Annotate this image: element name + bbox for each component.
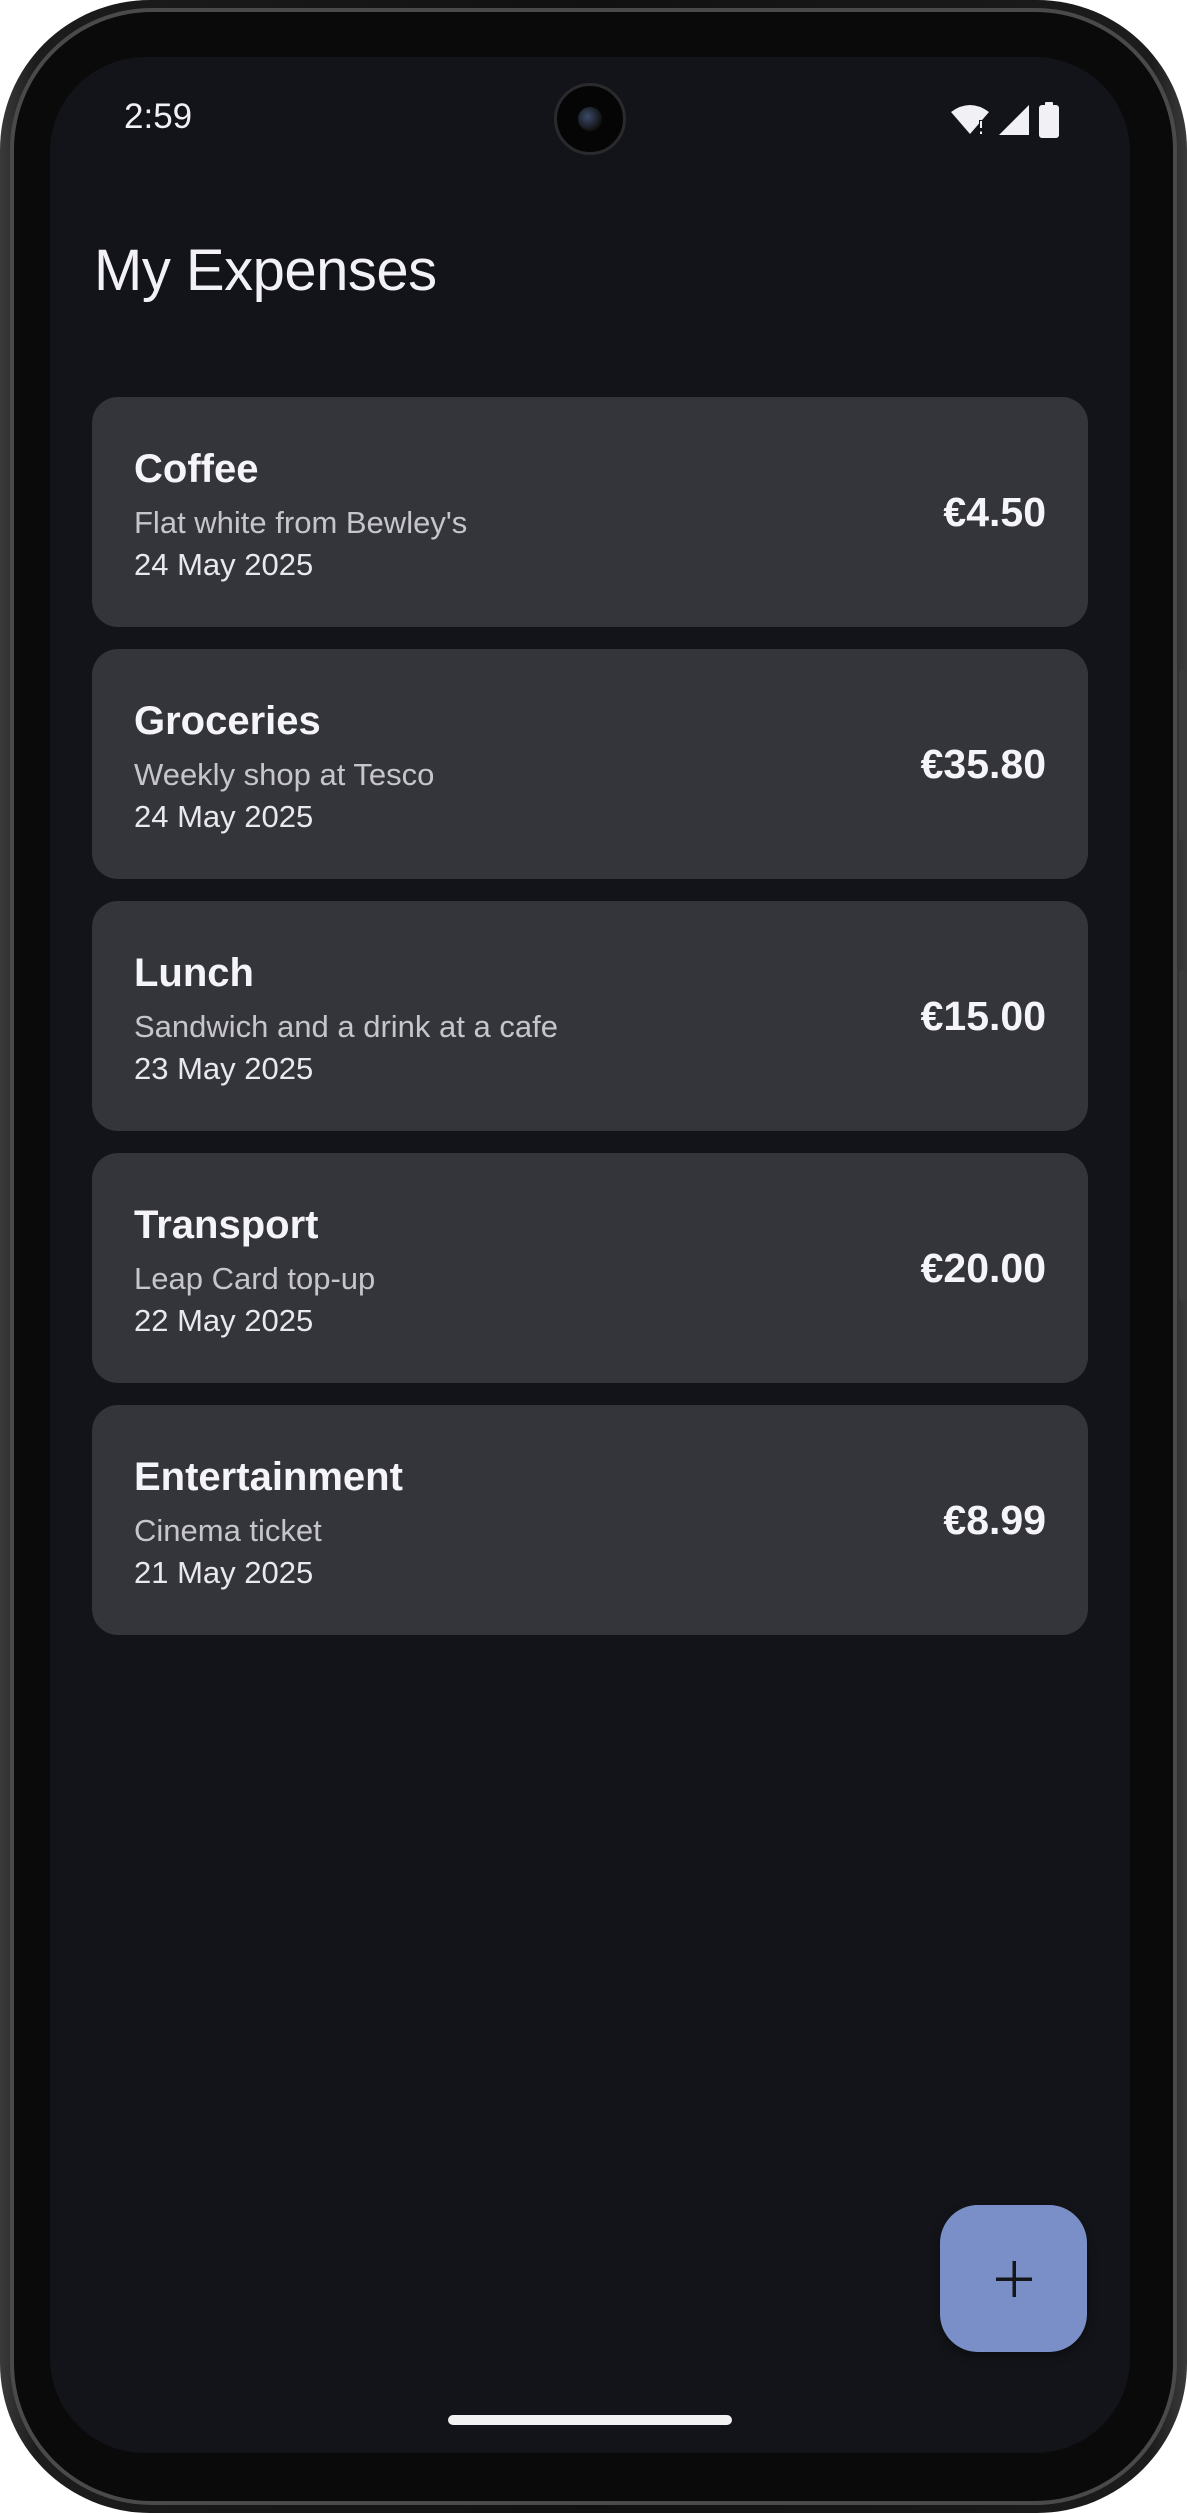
screen: 2:59 My Expenses Coffee Flat white from … bbox=[50, 57, 1130, 2453]
expense-description: Sandwich and a drink at a cafe bbox=[134, 1009, 558, 1044]
expense-amount: €8.99 bbox=[943, 1497, 1046, 1543]
expense-description: Leap Card top-up bbox=[134, 1261, 376, 1296]
expense-title: Groceries bbox=[134, 699, 321, 743]
expense-title: Coffee bbox=[134, 447, 259, 491]
status-icons bbox=[950, 102, 1060, 138]
expense-date: 23 May 2025 bbox=[134, 1051, 314, 1086]
front-camera bbox=[554, 83, 626, 155]
expense-card[interactable]: Entertainment Cinema ticket 21 May 2025 … bbox=[92, 1405, 1088, 1635]
expense-amount: €15.00 bbox=[920, 993, 1046, 1039]
expense-card[interactable]: Coffee Flat white from Bewley's 24 May 2… bbox=[92, 397, 1088, 627]
expense-title: Lunch bbox=[134, 951, 254, 995]
expense-amount: €4.50 bbox=[943, 489, 1046, 535]
expense-date: 22 May 2025 bbox=[134, 1303, 314, 1338]
add-expense-button[interactable] bbox=[940, 2205, 1087, 2352]
expense-date: 24 May 2025 bbox=[134, 799, 314, 834]
expense-title: Entertainment bbox=[134, 1455, 403, 1499]
expense-card[interactable]: Transport Leap Card top-up 22 May 2025 €… bbox=[92, 1153, 1088, 1383]
plus-icon bbox=[995, 2260, 1032, 2297]
expense-date: 24 May 2025 bbox=[134, 547, 314, 582]
expense-title: Transport bbox=[134, 1203, 319, 1247]
status-bar: 2:59 bbox=[50, 57, 1130, 187]
page-title: My Expenses bbox=[94, 238, 437, 303]
expense-amount: €35.80 bbox=[920, 741, 1046, 787]
expense-amount: €20.00 bbox=[920, 1245, 1046, 1291]
gesture-nav-handle[interactable] bbox=[448, 2415, 732, 2425]
expense-card[interactable]: Groceries Weekly shop at Tesco 24 May 20… bbox=[92, 649, 1088, 879]
volume-button bbox=[1179, 670, 1187, 840]
signal-icon bbox=[999, 105, 1029, 135]
wifi-icon bbox=[951, 105, 989, 135]
expense-description: Cinema ticket bbox=[134, 1513, 322, 1548]
power-button bbox=[1179, 970, 1187, 1300]
battery-icon bbox=[1039, 102, 1059, 138]
device-frame: 2:59 My Expenses Coffee Flat white from … bbox=[0, 0, 1187, 2513]
expense-description: Flat white from Bewley's bbox=[134, 505, 468, 540]
expense-card[interactable]: Lunch Sandwich and a drink at a cafe 23 … bbox=[92, 901, 1088, 1131]
status-time: 2:59 bbox=[124, 97, 193, 136]
expense-description: Weekly shop at Tesco bbox=[134, 757, 435, 792]
expense-list: Coffee Flat white from Bewley's 24 May 2… bbox=[92, 397, 1088, 1657]
expense-date: 21 May 2025 bbox=[134, 1555, 314, 1590]
